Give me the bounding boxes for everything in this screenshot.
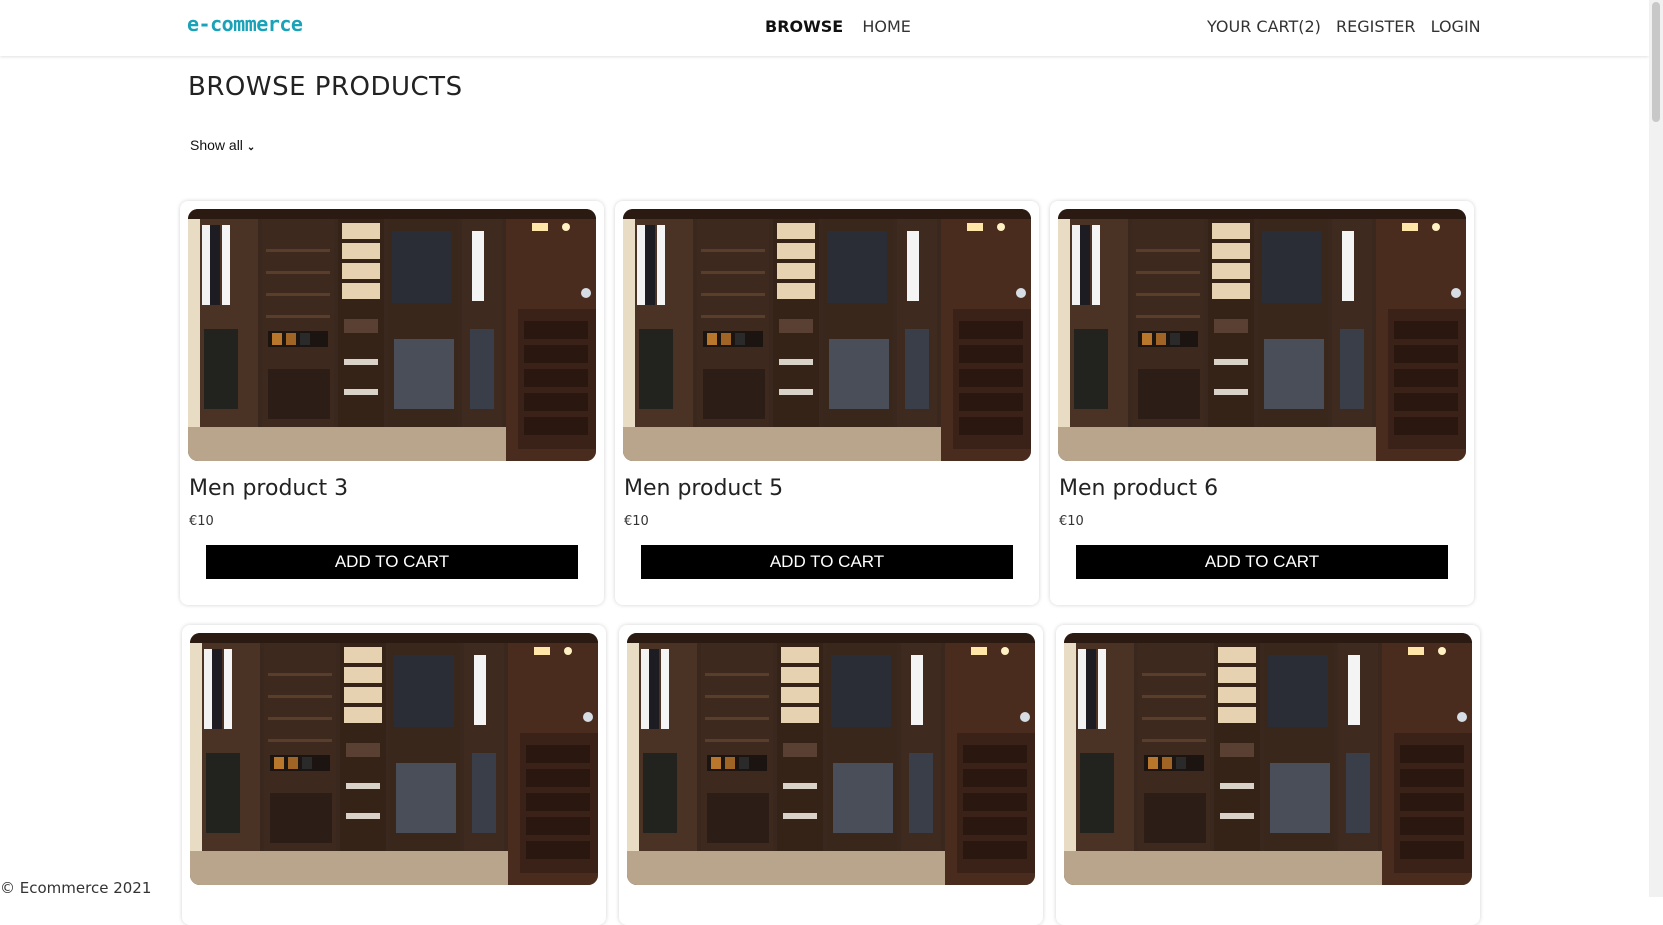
product-name[interactable]: Men product 5: [624, 476, 783, 501]
product-image[interactable]: [1064, 633, 1472, 885]
footer-copyright: © Ecommerce 2021: [0, 879, 152, 897]
add-to-cart-button[interactable]: ADD TO CART: [1076, 545, 1448, 579]
page-scrollbar[interactable]: [1649, 0, 1663, 897]
product-price: €10: [1059, 514, 1084, 529]
product-image[interactable]: [623, 209, 1031, 461]
product-image[interactable]: [1058, 209, 1466, 461]
filter-selected-value: Show all: [190, 137, 243, 153]
product-card: Men product 3 €10 ADD TO CART: [180, 201, 604, 605]
product-card: [182, 625, 606, 925]
top-navbar: e-commerce BROWSE HOME YOUR CART(2) REGI…: [0, 0, 1649, 56]
product-price: €10: [189, 514, 214, 529]
chevron-down-icon: ⌄: [246, 142, 256, 153]
add-to-cart-button[interactable]: ADD TO CART: [641, 545, 1013, 579]
product-image[interactable]: [188, 209, 596, 461]
product-price: €10: [624, 514, 649, 529]
nav-home-link[interactable]: HOME: [862, 17, 911, 36]
product-card: [1056, 625, 1480, 925]
product-card: Men product 6 €10 ADD TO CART: [1050, 201, 1474, 605]
add-to-cart-button[interactable]: ADD TO CART: [206, 545, 578, 579]
product-card: [619, 625, 1043, 925]
product-image[interactable]: [627, 633, 1035, 885]
main-nav: BROWSE HOME: [765, 17, 925, 36]
scrollbar-thumb[interactable]: [1652, 2, 1660, 122]
page-title: BROWSE PRODUCTS: [188, 72, 463, 102]
nav-browse-link[interactable]: BROWSE: [765, 17, 843, 36]
product-name[interactable]: Men product 6: [1059, 476, 1218, 501]
product-card: Men product 5 €10 ADD TO CART: [615, 201, 1039, 605]
category-filter-select[interactable]: Show all ⌄: [190, 137, 255, 153]
brand-logo[interactable]: e-commerce: [187, 12, 303, 36]
product-image[interactable]: [190, 633, 598, 885]
nav-login-link[interactable]: LOGIN: [1431, 17, 1481, 36]
nav-register-link[interactable]: REGISTER: [1336, 17, 1416, 36]
nav-cart-link[interactable]: YOUR CART(2): [1207, 17, 1321, 36]
account-nav: YOUR CART(2) REGISTER LOGIN: [1207, 17, 1491, 36]
product-name[interactable]: Men product 3: [189, 476, 348, 501]
